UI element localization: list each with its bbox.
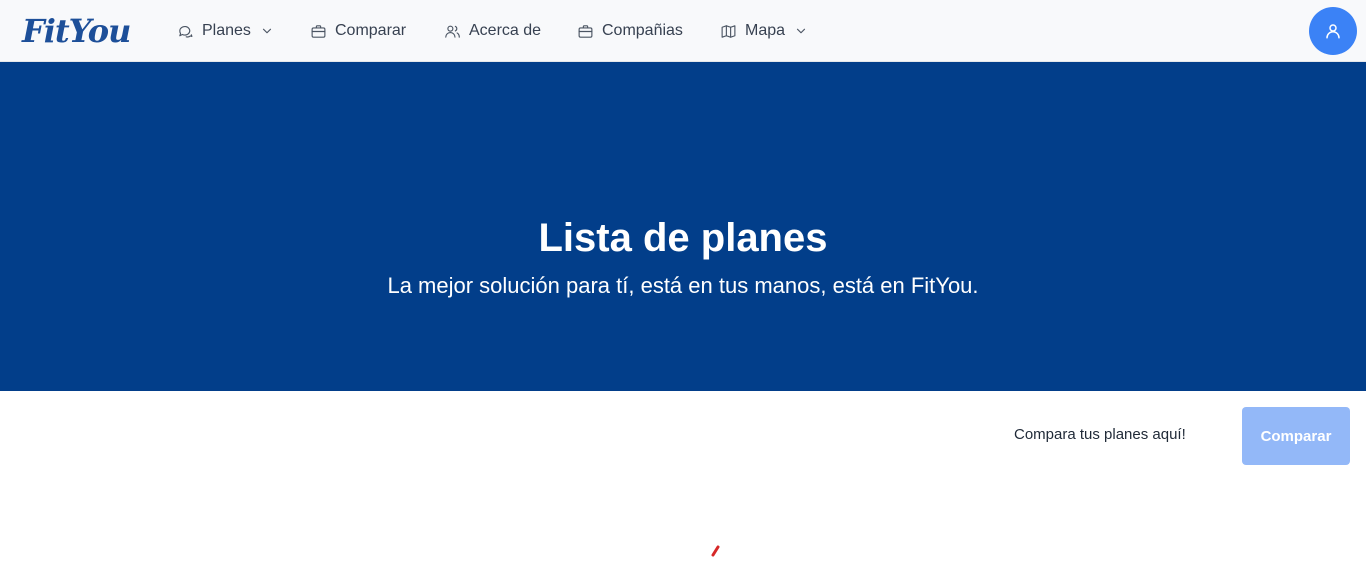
- nav-item-mapa[interactable]: Mapa: [720, 0, 808, 62]
- nav-item-label: Planes: [202, 22, 251, 39]
- chevron-down-icon: [262, 28, 272, 34]
- users-icon: [445, 25, 460, 38]
- nav-item-label: Compañias: [602, 22, 683, 39]
- nav-item-planes[interactable]: Planes: [177, 0, 274, 62]
- user-icon: [1326, 24, 1340, 39]
- hero-banner: Lista de planes La mejor solución para t…: [0, 62, 1366, 391]
- nav-item-label: Comparar: [335, 22, 407, 39]
- page-title: Lista de planes: [538, 216, 828, 260]
- nav-item-companias[interactable]: Compañias: [577, 0, 683, 62]
- page-subtitle: La mejor solución para tí, está en tus m…: [387, 273, 979, 298]
- compare-button[interactable]: Comparar: [1242, 407, 1350, 465]
- chevron-down-icon: [796, 28, 806, 34]
- fityou-logo[interactable]: FitYou: [20, 6, 148, 52]
- briefcase-icon: [311, 24, 326, 38]
- top-navbar: FitYou Planes Comparar Acerca de Compañi…: [0, 0, 1366, 62]
- briefcase-icon: [578, 24, 593, 38]
- nav-item-acerca-de[interactable]: Acerca de: [444, 0, 541, 62]
- map-icon: [721, 24, 736, 38]
- compare-prompt: Compara tus planes aquí!: [1014, 426, 1186, 443]
- nav-item-label: Mapa: [745, 22, 786, 39]
- nav-item-comparar[interactable]: Comparar: [310, 0, 406, 62]
- nav-item-label: Acerca de: [469, 22, 542, 39]
- logo-text: FitYou: [22, 12, 131, 50]
- spinner-icon: [711, 545, 720, 557]
- chat-bubbles-icon: [179, 25, 193, 38]
- user-account-button[interactable]: [1309, 7, 1357, 55]
